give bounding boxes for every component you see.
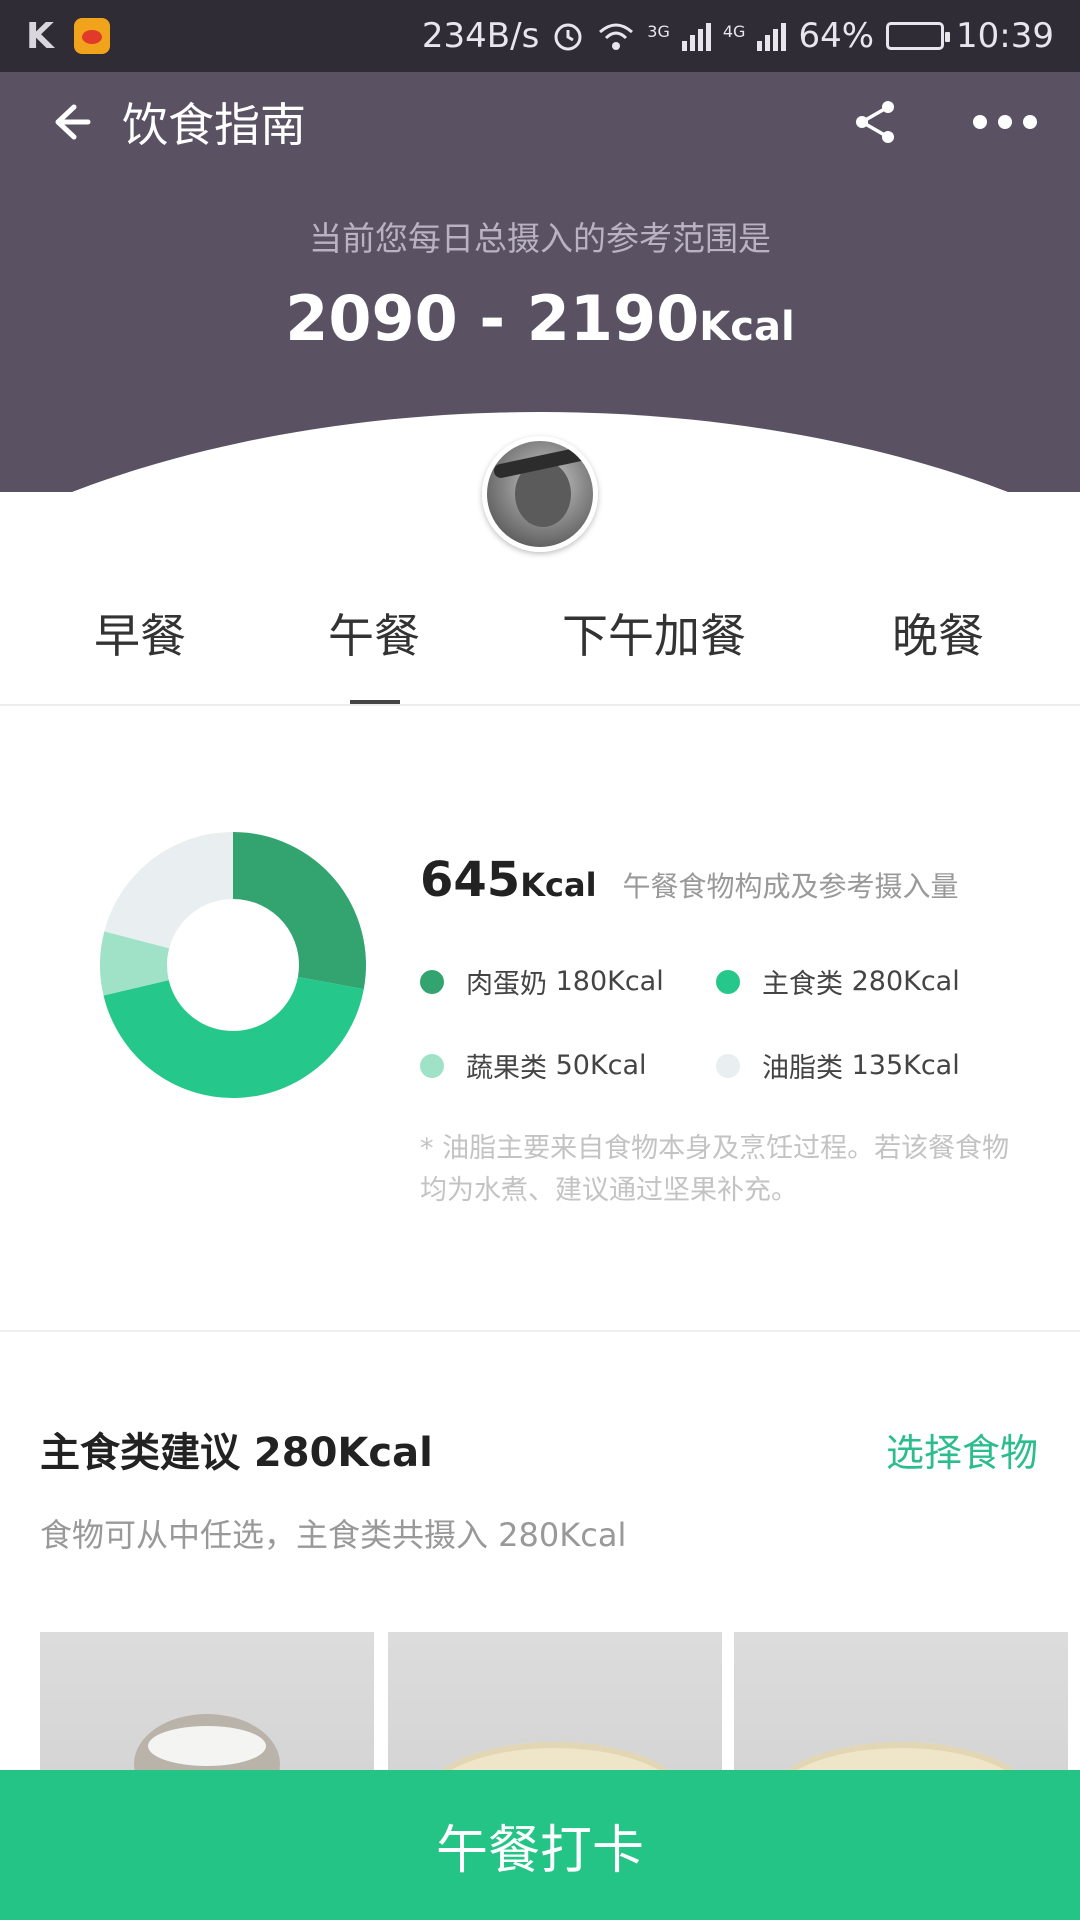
donut-slice-油脂类 bbox=[104, 832, 233, 949]
signal-3g-icon bbox=[681, 21, 711, 51]
legend-item-staple: 主食类 280Kcal bbox=[716, 962, 960, 1001]
legend-name: 主食类 bbox=[762, 969, 843, 1000]
legend-name: 蔬果类 bbox=[466, 1053, 547, 1084]
intake-range: 2090 - 2190Kcal bbox=[0, 282, 1080, 355]
select-food-link[interactable]: 选择食物 bbox=[886, 1422, 1038, 1477]
top-nav: 饮食指南 bbox=[0, 72, 1080, 172]
alarm-icon bbox=[554, 23, 582, 51]
hero-header: 饮食指南 当前您每日总摄入的参考范围是 2090 - 2190Kcal bbox=[0, 72, 1080, 492]
tab-afternoon-snack[interactable]: 下午加餐 bbox=[562, 600, 746, 666]
clock: 10:39 bbox=[956, 16, 1054, 56]
legend-dot bbox=[716, 1053, 740, 1078]
donut-slice-主食类 bbox=[103, 976, 364, 1098]
legend-item-protein: 肉蛋奶 180Kcal bbox=[420, 962, 664, 1001]
donut-slice-肉蛋奶 bbox=[233, 832, 366, 990]
active-tab-indicator bbox=[350, 700, 400, 704]
battery-icon bbox=[886, 22, 951, 50]
staple-section-subtitle: 食物可从中任选，主食类共摄入 280Kcal bbox=[40, 1516, 627, 1554]
tab-breakfast[interactable]: 早餐 bbox=[94, 600, 186, 666]
legend-name: 肉蛋奶 bbox=[466, 969, 547, 1000]
meal-summary-caption: 午餐食物构成及参考摄入量 bbox=[622, 870, 959, 903]
avatar[interactable] bbox=[482, 436, 598, 552]
legend-dot bbox=[420, 969, 444, 994]
section-divider bbox=[0, 1330, 1080, 1332]
network-speed: 234B/s bbox=[421, 16, 540, 56]
weibo-icon bbox=[73, 18, 110, 54]
calorie-donut-chart bbox=[100, 832, 366, 1098]
k-app-icon: K bbox=[26, 15, 54, 57]
legend-item-oil: 油脂类 135Kcal bbox=[716, 1046, 960, 1085]
legend-item-vegetable: 蔬果类 50Kcal bbox=[420, 1046, 647, 1085]
legend-name: 油脂类 bbox=[762, 1053, 843, 1084]
tab-dinner[interactable]: 晚餐 bbox=[892, 600, 984, 666]
legend-value: 50Kcal bbox=[555, 1050, 647, 1081]
lunch-checkin-button[interactable]: 午餐打卡 bbox=[0, 1770, 1080, 1920]
status-bar: K 234B/s 3G 4G 64% 10:39 bbox=[0, 0, 1080, 72]
back-arrow-icon[interactable] bbox=[34, 87, 104, 157]
signal-4g-icon bbox=[757, 21, 787, 51]
oil-note: * 油脂主要来自食物本身及烹饪过程。若该餐食物均为水煮、建议通过坚果补充。 bbox=[420, 1133, 1010, 1206]
intake-range-unit: Kcal bbox=[699, 304, 795, 350]
legend-value: 180Kcal bbox=[555, 966, 664, 997]
more-icon[interactable] bbox=[970, 87, 1040, 157]
legend-dot bbox=[420, 1053, 444, 1078]
staple-section-title: 主食类建议 280Kcal bbox=[40, 1430, 433, 1476]
intake-caption: 当前您每日总摄入的参考范围是 bbox=[309, 219, 771, 258]
page-title: 饮食指南 bbox=[122, 98, 306, 152]
meal-tabs: 早餐 午餐 下午加餐 晚餐 bbox=[0, 580, 1080, 706]
network-3g-label: 3G bbox=[647, 22, 670, 41]
legend-value: 135Kcal bbox=[851, 1050, 960, 1081]
legend-value: 280Kcal bbox=[851, 966, 960, 997]
meal-kcal-value: 645 bbox=[420, 852, 521, 908]
network-4g-label: 4G bbox=[722, 22, 746, 41]
meal-summary: 645 Kcal 午餐食物构成及参考摄入量 bbox=[420, 852, 959, 908]
wifi-icon bbox=[599, 23, 634, 50]
tab-lunch[interactable]: 午餐 bbox=[328, 600, 420, 666]
meal-kcal-unit: Kcal bbox=[520, 866, 597, 904]
battery-percent: 64% bbox=[798, 16, 875, 56]
legend-dot bbox=[716, 969, 740, 994]
intake-range-value: 2090 - 2190 bbox=[285, 282, 700, 355]
share-icon[interactable] bbox=[840, 87, 910, 157]
